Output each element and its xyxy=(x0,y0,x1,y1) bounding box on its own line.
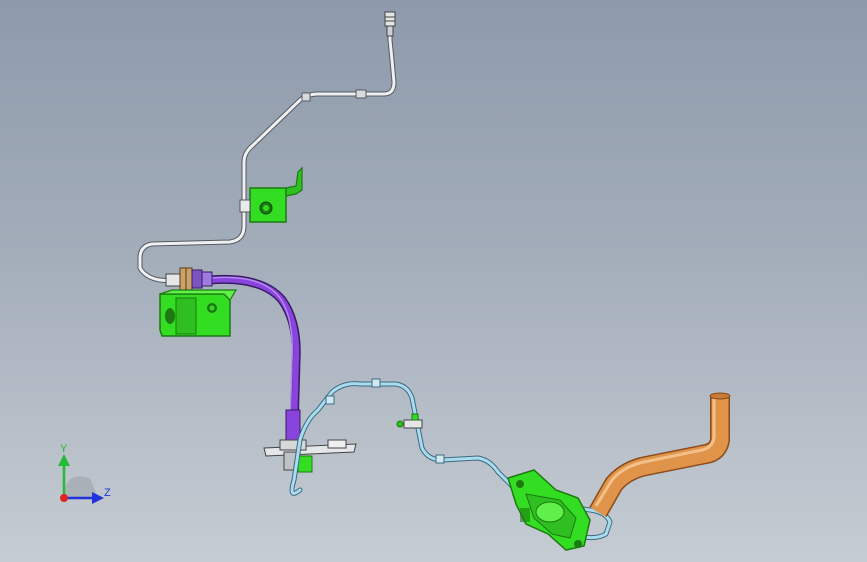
line-clip[interactable] xyxy=(396,413,423,429)
coordinate-triad: Y Z xyxy=(58,443,111,504)
hose-upper-fitting[interactable] xyxy=(165,267,213,291)
brake-caliper[interactable] xyxy=(507,469,591,551)
assembly-canvas[interactable]: Y Z xyxy=(0,0,867,562)
copper-pipe[interactable] xyxy=(589,392,731,517)
y-axis-arrow xyxy=(58,454,70,466)
upper-bracket[interactable] xyxy=(239,166,303,223)
cad-viewport[interactable]: Y Z xyxy=(0,0,867,562)
top-fitting[interactable] xyxy=(384,11,396,37)
upper-brake-line[interactable] xyxy=(137,17,397,285)
z-axis-label: Z xyxy=(104,487,111,499)
z-axis-arrow xyxy=(92,492,104,504)
hose-bracket[interactable] xyxy=(159,289,238,337)
y-axis-label: Y xyxy=(60,443,68,455)
x-axis-dot xyxy=(60,494,68,502)
